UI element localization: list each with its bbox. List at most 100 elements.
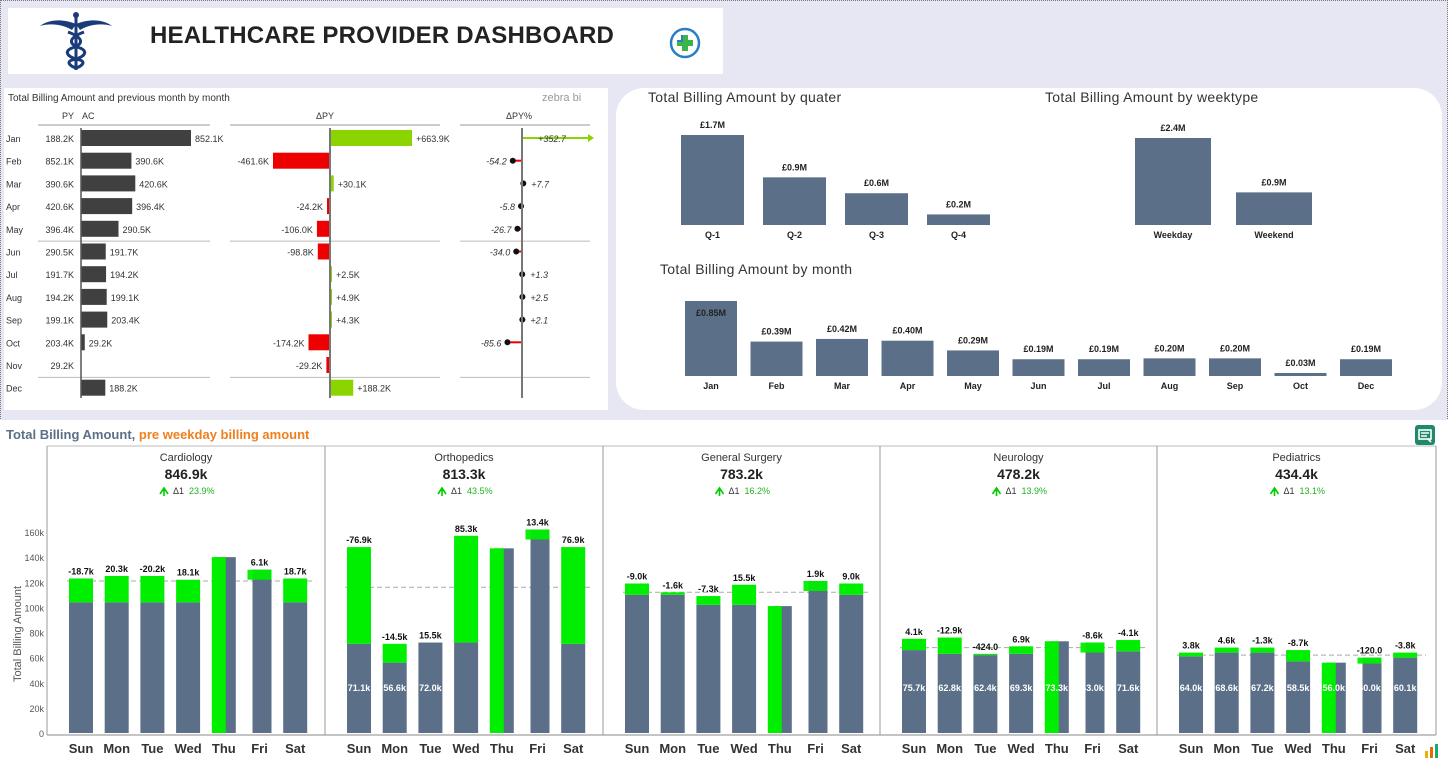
py-value-label: 194.2K xyxy=(45,293,74,303)
ac-value-label: 188.2K xyxy=(109,384,138,394)
weekday-label: Sun xyxy=(902,741,927,756)
ac-value-label: 29.2K xyxy=(89,338,113,348)
variance-label: 6.1k xyxy=(251,558,270,568)
panel-total: 813.3k xyxy=(443,466,486,482)
summary-category-label: Q-3 xyxy=(869,230,884,240)
weekday-label: Thu xyxy=(1045,741,1069,756)
weekday-label: Tue xyxy=(697,741,719,756)
summary-bar-label: £0.19M xyxy=(1089,344,1119,354)
summary-bar-label: £0.29M xyxy=(958,335,988,345)
weekday-label: Sat xyxy=(563,741,584,756)
summary-bar xyxy=(1012,359,1065,376)
delta-pct: 13.1% xyxy=(1300,486,1326,496)
delta-up-arrow xyxy=(437,486,447,496)
weekday-bar xyxy=(1362,657,1382,733)
variance-segment xyxy=(1214,647,1239,653)
variance-segment xyxy=(454,535,479,643)
summary-category-label: Q-1 xyxy=(705,230,720,240)
summary-bar-label: £0.85M xyxy=(696,308,726,318)
summary-bar-label: £0.40M xyxy=(892,326,922,336)
panel-name: General Surgery xyxy=(701,452,782,464)
ac-bar xyxy=(81,379,106,396)
summary-bar xyxy=(1143,358,1196,376)
y-axis-title: Total Billing Amount xyxy=(12,586,24,682)
weekday-label: Sat xyxy=(1395,741,1416,756)
summary-bar-label: £1.7M xyxy=(700,120,725,130)
bar-value-label: 63.0k xyxy=(1081,683,1105,693)
panel-total: 783.2k xyxy=(720,466,763,482)
variance-label: 85.3k xyxy=(455,524,479,534)
delta-up-arrow xyxy=(991,486,1002,496)
variance-segment xyxy=(283,578,308,603)
bar-value-label: 75.7k xyxy=(903,683,927,693)
weekday-label: Sun xyxy=(625,741,650,756)
variance-month-label: Sep xyxy=(6,316,22,326)
delta-up-arrow xyxy=(714,486,725,496)
weekday-label: Thu xyxy=(768,741,792,756)
variance-month-label: Dec xyxy=(6,384,23,394)
ac-value-label: 852.1K xyxy=(195,134,224,144)
summary-category-label: Sep xyxy=(1227,381,1244,391)
ac-value-label: 396.4K xyxy=(136,202,165,212)
py-value-label: 29.2K xyxy=(50,361,74,371)
variance-segment xyxy=(382,643,407,663)
ac-value-label: 390.6K xyxy=(135,157,164,167)
weekday-small-multiples: Total Billing Amount 0 20k 40k 60k 80k 100k 120… xyxy=(12,445,1437,756)
weekday-label: Mon xyxy=(936,741,963,756)
summary-category-label: Weekday xyxy=(1154,230,1193,240)
delta-label: Δ1 xyxy=(173,486,184,496)
summary-bar-label: £0.9M xyxy=(782,162,807,172)
delta-label: Δ1 xyxy=(1006,486,1017,496)
dpy-bar xyxy=(330,130,412,146)
dpyp-dot xyxy=(504,339,511,346)
weekday-bar xyxy=(252,569,272,733)
variance-label: 4.1k xyxy=(905,627,924,637)
weekday-bar xyxy=(1179,656,1203,733)
dpy-bar xyxy=(272,152,330,169)
summary-bar-label: £2.4M xyxy=(1160,123,1185,133)
variance-segment xyxy=(211,557,226,733)
variance-segment xyxy=(1393,652,1418,658)
dpy-header: ΔPY xyxy=(316,111,334,121)
delta-pct: 16.2% xyxy=(745,486,771,496)
weekday-bar xyxy=(1393,657,1418,733)
variance-segment xyxy=(1357,657,1382,664)
weekday-label: Fri xyxy=(529,741,546,756)
weekday-label: Tue xyxy=(141,741,163,756)
weekday-label: Wed xyxy=(1007,741,1034,756)
weekday-bar xyxy=(176,602,201,733)
weekday-bar xyxy=(839,594,864,733)
header: HEALTHCARE PROVIDER DASHBOARD xyxy=(8,8,723,74)
y-tick-label: 0 xyxy=(39,729,44,739)
summary-bar-label: £0.19M xyxy=(1351,344,1381,354)
delta-pct: 23.9% xyxy=(189,486,215,496)
weekday-label: Wed xyxy=(452,741,479,756)
weekday-label: Mon xyxy=(1213,741,1240,756)
weekday-label: Tue xyxy=(1251,741,1273,756)
variance-segment xyxy=(104,575,129,603)
summary-bar xyxy=(845,193,908,225)
weekday-bar xyxy=(1009,653,1034,733)
variance-segment xyxy=(1179,652,1203,657)
weekday-label: Sun xyxy=(69,741,94,756)
dpyp-value-label: -26.7 xyxy=(491,225,513,235)
delta-pct: 43.5% xyxy=(467,486,493,496)
py-value-label: 188.2K xyxy=(45,134,74,144)
y-tick-label: 100k xyxy=(24,603,44,613)
ac-value-label: 191.7K xyxy=(110,248,139,258)
bar-value-label: 56.0k xyxy=(1323,683,1347,693)
variance-month-label: Jan xyxy=(6,134,21,144)
weekday-label: Sun xyxy=(1179,741,1204,756)
delta-label: Δ1 xyxy=(451,486,462,496)
weekday-bar xyxy=(382,662,407,733)
y-tick-label: 80k xyxy=(29,629,44,639)
variance-month-label: Jun xyxy=(6,248,21,258)
y-tick-label: 40k xyxy=(29,679,44,689)
bar-value-label: 62.4k xyxy=(974,683,998,693)
dpy-value-label: +4.3K xyxy=(336,316,360,326)
dpy-bar xyxy=(330,379,354,396)
dpy-value-label: +663.9K xyxy=(416,134,450,144)
variance-segment xyxy=(1116,640,1141,652)
variance-label: 1.9k xyxy=(807,569,826,579)
weekday-bar xyxy=(530,529,550,733)
